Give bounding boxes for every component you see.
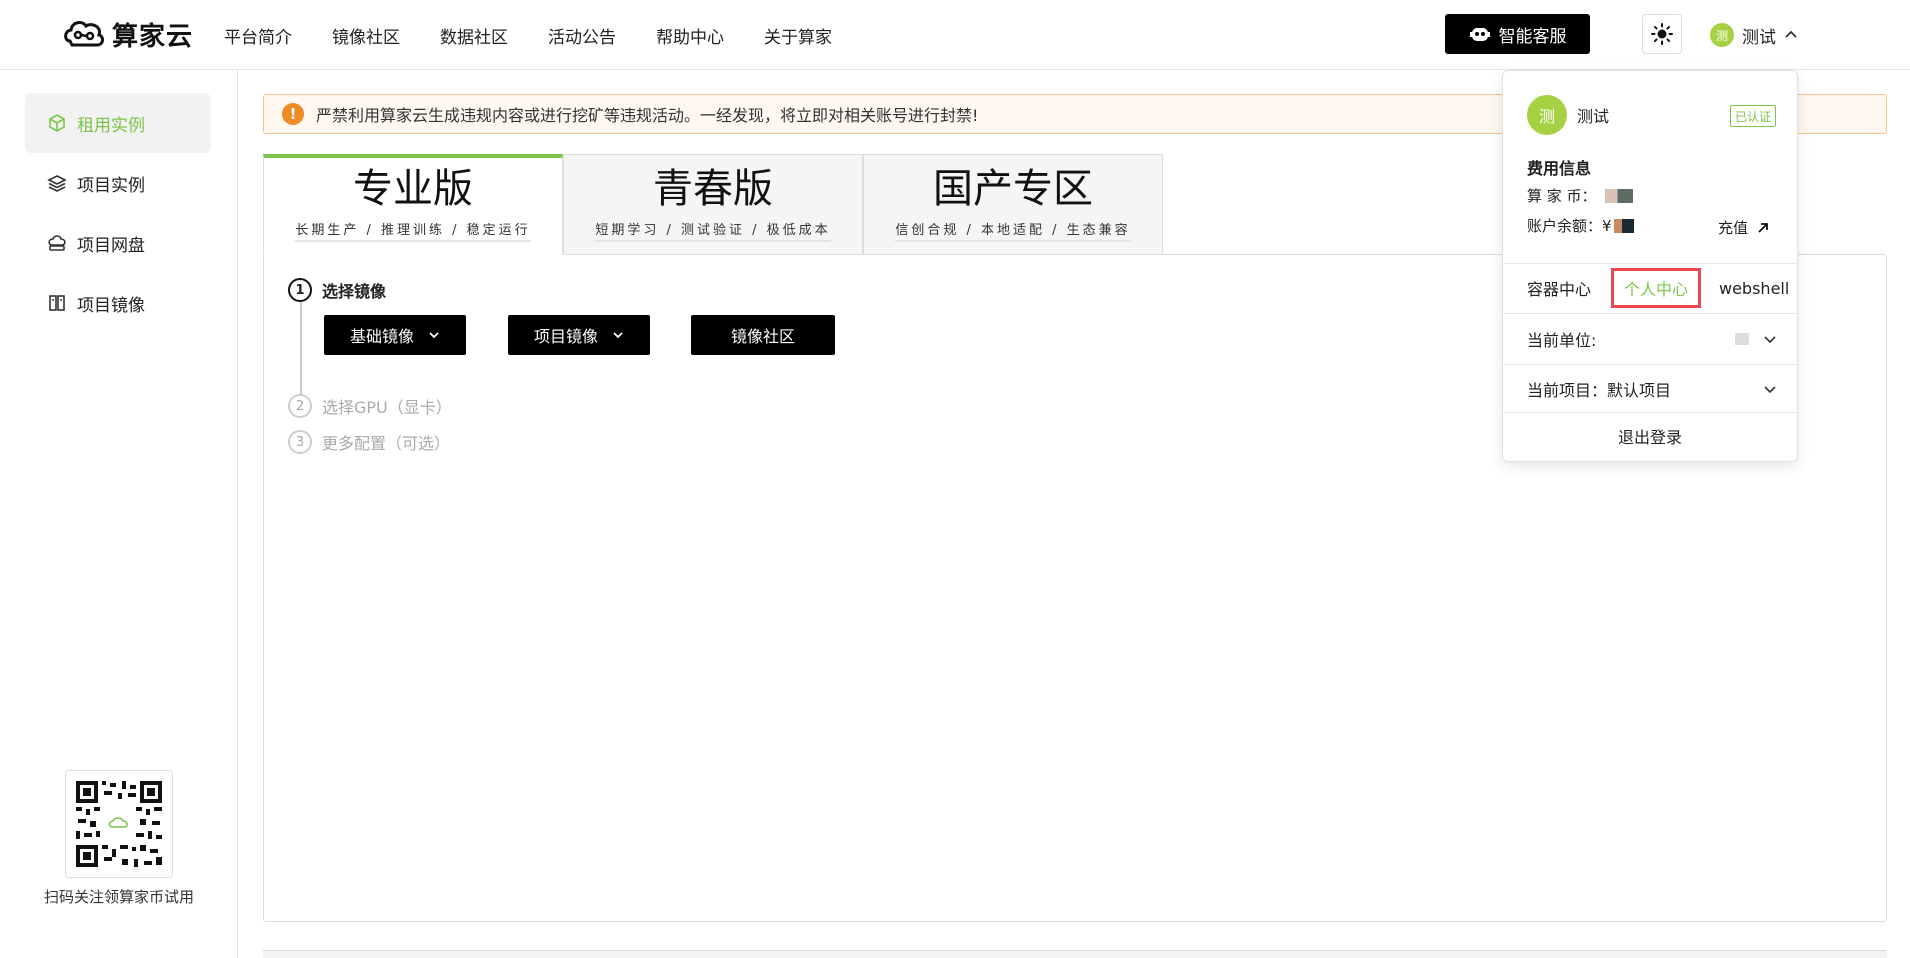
coin-value-redacted bbox=[1604, 188, 1633, 203]
balance-value-redacted bbox=[1613, 218, 1634, 233]
step-number: 3 bbox=[288, 430, 312, 454]
step-select-image: 1 选择镜像 bbox=[288, 278, 386, 302]
layers-icon bbox=[47, 175, 67, 192]
unit-value-redacted bbox=[1735, 333, 1749, 345]
balance-label: 账户余额： bbox=[1527, 217, 1603, 235]
bottom-strip bbox=[263, 950, 1887, 958]
tab-title: 国产专区 bbox=[933, 166, 1093, 212]
robot-icon bbox=[1469, 28, 1490, 41]
step-more-config: 3 更多配置（可选） bbox=[288, 430, 450, 454]
image-files-icon bbox=[49, 295, 65, 311]
user-dropdown: 测 测试 已认证 费用信息 算 家 币： 账户余额： ¥ 充值 容器中心 个人中… bbox=[1502, 70, 1798, 462]
dropdown-links: 容器中心 个人中心 webshell bbox=[1503, 263, 1797, 313]
arrow-up-right-icon bbox=[1758, 222, 1768, 233]
step-number: 1 bbox=[288, 278, 312, 302]
sun-icon bbox=[1651, 23, 1673, 45]
edition-tabs: 专业版 长期生产 / 推理训练 / 稳定运行 青春版 短期学习 / 测试验证 /… bbox=[263, 154, 1163, 255]
sidebar-item-rent-instance[interactable]: 租用实例 bbox=[25, 93, 211, 153]
image-community-button[interactable]: 镜像社区 bbox=[691, 315, 835, 355]
sidebar-item-project-drive[interactable]: 项目网盘 bbox=[25, 213, 211, 273]
recharge-link[interactable]: 充值 bbox=[1718, 217, 1770, 238]
user-name: 测试 bbox=[1742, 27, 1776, 48]
chevron-down-icon bbox=[1764, 386, 1776, 394]
tab-title: 青春版 bbox=[653, 166, 773, 212]
sidebar-item-project-instance[interactable]: 项目实例 bbox=[25, 153, 211, 213]
cube-icon bbox=[49, 114, 65, 132]
alert-text: 严禁利用算家云生成违规内容或进行挖矿等违规活动。一经发现，将立即对相关账号进行封… bbox=[316, 106, 979, 125]
qr-caption: 扫码关注领算家币试用 bbox=[43, 888, 194, 906]
qr-code-image bbox=[74, 779, 164, 869]
avatar: 测 bbox=[1710, 23, 1734, 47]
logo[interactable]: 算家云 bbox=[62, 12, 193, 56]
theme-toggle-button[interactable] bbox=[1642, 14, 1682, 54]
chevron-down-icon bbox=[613, 332, 623, 339]
user-menu[interactable]: 测 测试 bbox=[1710, 20, 1798, 50]
main-nav: 平台简介 镜像社区 数据社区 活动公告 帮助中心 关于算家 bbox=[224, 0, 872, 70]
tab-subtitle: 长期生产 / 推理训练 / 稳定运行 bbox=[295, 219, 531, 242]
coin-label: 算 家 币： bbox=[1527, 187, 1597, 205]
step-select-gpu: 2 选择GPU（显卡） bbox=[288, 394, 452, 418]
tab-subtitle: 信创合规 / 本地适配 / 生态兼容 bbox=[895, 219, 1131, 242]
sidebar-item-project-image[interactable]: 项目镜像 bbox=[25, 273, 211, 333]
sidebar-item-label: 租用实例 bbox=[77, 115, 145, 136]
step-label: 选择镜像 bbox=[322, 282, 387, 301]
tab-domestic[interactable]: 国产专区 信创合规 / 本地适配 / 生态兼容 bbox=[863, 154, 1163, 255]
chevron-down-icon bbox=[1764, 336, 1776, 344]
tab-subtitle: 短期学习 / 测试验证 / 极低成本 bbox=[595, 219, 831, 242]
project-label: 当前项目：默认项目 bbox=[1527, 381, 1672, 400]
image-community-label: 镜像社区 bbox=[730, 327, 795, 346]
avatar: 测 bbox=[1527, 95, 1567, 135]
base-image-dropdown[interactable]: 基础镜像 bbox=[324, 315, 466, 355]
top-header: 算家云 平台简介 镜像社区 数据社区 活动公告 帮助中心 关于算家 智能客服 测… bbox=[0, 0, 1910, 70]
dropdown-user-name: 测试 bbox=[1577, 107, 1610, 126]
chevron-down-icon bbox=[429, 332, 439, 339]
nav-image-community[interactable]: 镜像社区 bbox=[332, 23, 400, 48]
sidebar-item-label: 项目实例 bbox=[77, 175, 145, 196]
nav-platform-intro[interactable]: 平台简介 bbox=[224, 23, 292, 48]
step-label: 更多配置（可选） bbox=[322, 434, 451, 453]
personal-center-link[interactable]: 个人中心 bbox=[1611, 268, 1701, 308]
tab-title: 专业版 bbox=[353, 166, 473, 212]
nav-help-center[interactable]: 帮助中心 bbox=[656, 23, 724, 48]
coin-row: 算 家 币： bbox=[1527, 185, 1633, 206]
tab-professional[interactable]: 专业版 长期生产 / 推理训练 / 稳定运行 bbox=[263, 154, 563, 255]
unit-label: 当前单位: bbox=[1527, 331, 1597, 350]
base-image-label: 基础镜像 bbox=[349, 327, 414, 346]
sidebar-item-label: 项目网盘 bbox=[77, 235, 145, 256]
ai-service-button[interactable]: 智能客服 bbox=[1445, 14, 1590, 54]
container-center-link[interactable]: 容器中心 bbox=[1503, 276, 1591, 300]
nav-about[interactable]: 关于算家 bbox=[764, 23, 832, 48]
balance-row: 账户余额： ¥ bbox=[1527, 215, 1634, 236]
logo-icon bbox=[64, 21, 104, 47]
current-unit-select[interactable]: 当前单位: bbox=[1527, 314, 1777, 364]
fee-info-title: 费用信息 bbox=[1527, 159, 1592, 178]
balance-prefix: ¥ bbox=[1602, 216, 1612, 235]
recharge-label: 充值 bbox=[1718, 219, 1749, 237]
step-number: 2 bbox=[288, 394, 312, 418]
step-label: 选择GPU（显卡） bbox=[322, 398, 452, 417]
current-project-select[interactable]: 当前项目：默认项目 bbox=[1527, 364, 1777, 414]
tab-youth[interactable]: 青春版 短期学习 / 测试验证 / 极低成本 bbox=[563, 154, 863, 255]
logo-text: 算家云 bbox=[112, 21, 194, 52]
webshell-link[interactable]: webshell bbox=[1719, 279, 1789, 298]
cloud-drive-icon bbox=[48, 235, 66, 251]
qr-code bbox=[65, 770, 173, 878]
project-image-label: 项目镜像 bbox=[533, 327, 598, 346]
ai-service-label: 智能客服 bbox=[1498, 26, 1567, 47]
logout-button[interactable]: 退出登录 bbox=[1503, 411, 1797, 461]
chevron-up-icon bbox=[1785, 30, 1797, 38]
warning-icon: ! bbox=[282, 103, 304, 125]
nav-announcements[interactable]: 活动公告 bbox=[548, 23, 616, 48]
sidebar: 租用实例 项目实例 项目网盘 项目镜像 扫码关注领算家币试用 bbox=[0, 70, 238, 958]
nav-data-community[interactable]: 数据社区 bbox=[440, 23, 508, 48]
verified-badge: 已认证 bbox=[1730, 105, 1776, 127]
project-image-dropdown[interactable]: 项目镜像 bbox=[508, 315, 650, 355]
logout-label: 退出登录 bbox=[1617, 428, 1682, 447]
sidebar-item-label: 项目镜像 bbox=[77, 295, 145, 316]
